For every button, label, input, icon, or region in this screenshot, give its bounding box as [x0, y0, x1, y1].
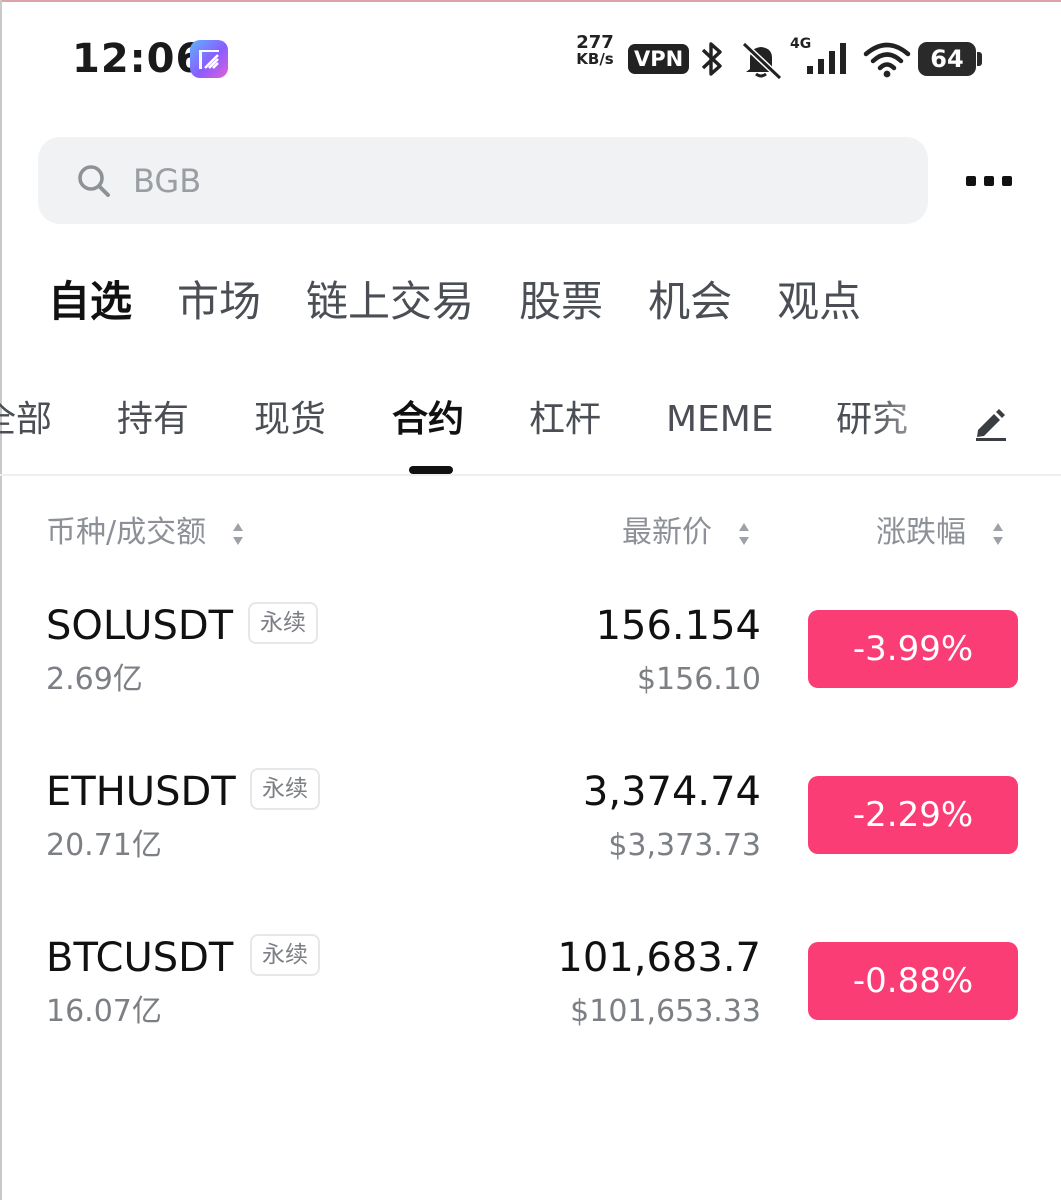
battery-cap	[977, 52, 982, 66]
row-change-badge[interactable]: -2.29%	[808, 776, 1018, 854]
edit-icon[interactable]	[970, 402, 1010, 442]
more-options-icon[interactable]	[966, 174, 1012, 190]
sort-icon	[992, 522, 1003, 545]
window-top-edge	[0, 0, 1061, 2]
row-last-price: 3,374.74	[582, 769, 761, 815]
row-volume: 20.71亿	[46, 828, 162, 863]
row-last-price: 101,683.7	[557, 935, 761, 981]
row-last-price: 156.154	[595, 603, 761, 649]
vpn-badge: VPN	[628, 44, 690, 74]
primary-tab-bar: 自选 市场 链上交易 股票 机会 观点	[48, 272, 906, 332]
search-input[interactable]	[133, 157, 833, 205]
cellular-signal-icon	[807, 43, 846, 74]
tab-opportunities[interactable]: 机会	[648, 272, 732, 332]
subtab-holdings[interactable]: 持有	[117, 392, 189, 448]
mute-bell-icon	[741, 41, 783, 80]
status-bar: 12:06 277 KB/s VPN 4G 64	[0, 28, 1061, 92]
network-speed-value: 277	[576, 32, 614, 53]
bluetooth-icon	[701, 42, 722, 76]
subtab-margin[interactable]: 杠杆	[529, 392, 601, 448]
app-notification-icon	[190, 40, 228, 78]
tab-scroll-fade	[870, 392, 960, 462]
subtab-meme[interactable]: MEME	[666, 392, 774, 448]
market-row-ethusdt[interactable]: ETHUSDT 永续 20.71亿 3,374.74 $3,373.73 -2.…	[0, 766, 1061, 932]
row-volume: 2.69亿	[46, 662, 143, 697]
row-fiat-price: $156.10	[636, 662, 761, 697]
row-symbol: SOLUSDT	[46, 603, 234, 649]
row-change-badge[interactable]: -3.99%	[808, 610, 1018, 688]
column-header-price-label: 最新价	[622, 515, 712, 550]
row-change-badge[interactable]: -0.88%	[808, 942, 1018, 1020]
status-time: 12:06	[72, 36, 205, 82]
market-row-solusdt[interactable]: SOLUSDT 永续 2.69亿 156.154 $156.10 -3.99%	[0, 600, 1061, 766]
sort-icon	[738, 522, 749, 545]
subtab-futures[interactable]: 合约	[392, 392, 464, 448]
column-header-pair-label: 币种/成交额	[46, 515, 207, 550]
search-bar[interactable]	[38, 137, 928, 224]
sort-icon	[232, 522, 243, 545]
perpetual-tag: 永续	[248, 602, 318, 644]
row-symbol: ETHUSDT	[46, 769, 236, 815]
column-header-pair[interactable]: 币种/成交额	[46, 513, 244, 553]
column-header-change-label: 涨跌幅	[876, 515, 966, 550]
column-header-price[interactable]: 最新价	[622, 513, 750, 553]
battery-level: 64	[918, 42, 976, 76]
network-speed-unit: KB/s	[576, 50, 614, 68]
perpetual-tag: 永续	[250, 768, 320, 810]
row-symbol: BTCUSDT	[46, 935, 234, 981]
tab-divider	[0, 474, 1061, 476]
search-icon	[78, 165, 110, 197]
market-row-btcusdt[interactable]: BTCUSDT 永续 16.07亿 101,683.7 $101,653.33 …	[0, 932, 1061, 1098]
row-volume: 16.07亿	[46, 994, 162, 1029]
row-fiat-price: $3,373.73	[608, 828, 761, 863]
wifi-icon	[863, 42, 911, 78]
subtab-spot[interactable]: 现货	[254, 392, 326, 448]
column-header-change[interactable]: 涨跌幅	[876, 513, 1004, 553]
active-tab-indicator	[409, 466, 453, 474]
tab-watchlist[interactable]: 自选	[48, 272, 132, 332]
tab-insights[interactable]: 观点	[777, 272, 861, 332]
row-fiat-price: $101,653.33	[570, 994, 761, 1029]
tab-stocks[interactable]: 股票	[519, 272, 603, 332]
secondary-tab-bar: 全部 持有 现货 合约 杠杆 MEME 研究	[0, 392, 1061, 474]
tab-onchain-trading[interactable]: 链上交易	[306, 272, 474, 332]
network-speed: 277 KB/s	[570, 34, 620, 68]
perpetual-tag: 永续	[250, 934, 320, 976]
subtab-all[interactable]: 全部	[0, 392, 52, 448]
tab-market[interactable]: 市场	[177, 272, 261, 332]
